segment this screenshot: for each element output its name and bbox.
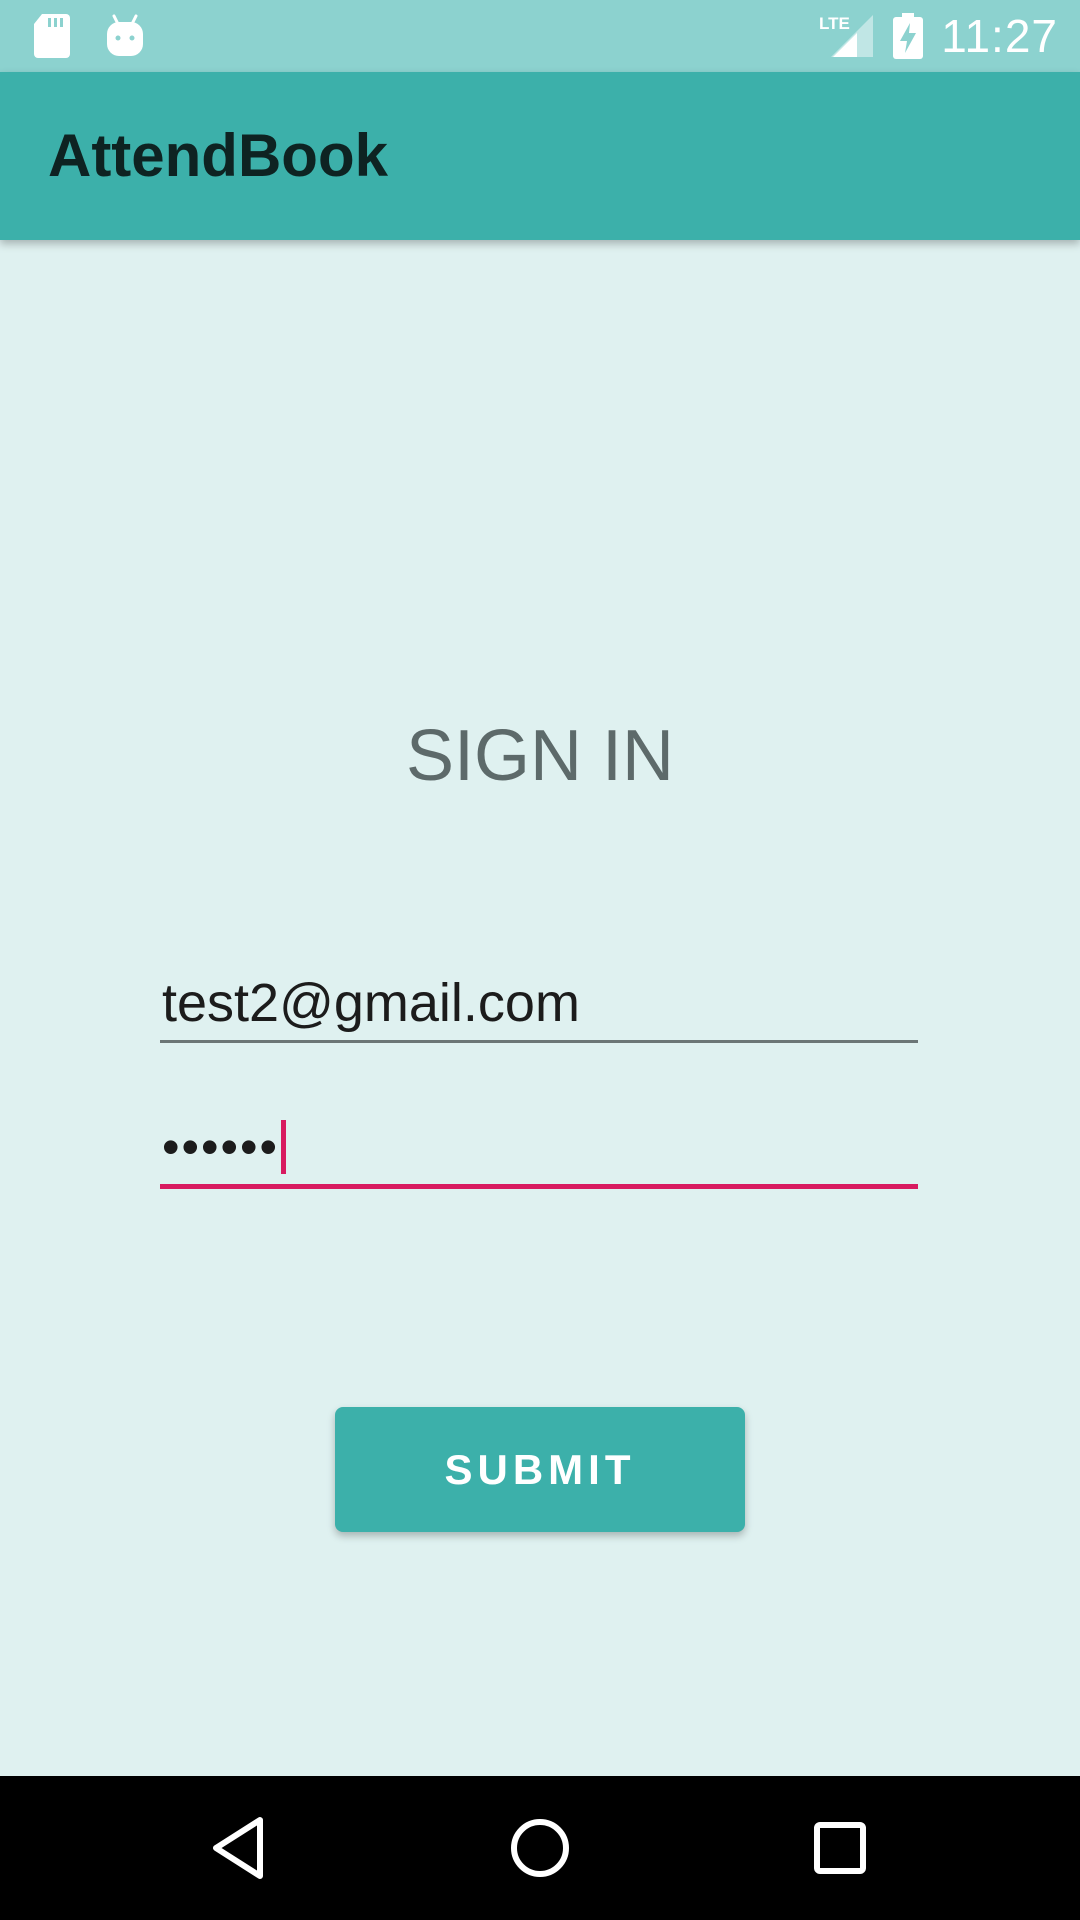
email-field[interactable]: test2@gmail.com	[160, 964, 918, 1043]
status-left-icons	[34, 14, 144, 58]
svg-text:LTE: LTE	[819, 14, 850, 33]
password-field[interactable]: ••••••	[160, 1110, 918, 1189]
submit-button[interactable]: SUBMIT	[335, 1407, 745, 1532]
status-bar: LTE 11:27	[0, 0, 1080, 72]
screen: LTE 11:27 AttendBook SIGN IN test2@gmail…	[0, 0, 1080, 1920]
password-value: ••••••	[162, 1119, 280, 1175]
app-title: AttendBook	[48, 122, 388, 189]
home-icon[interactable]	[500, 1808, 580, 1888]
sign-in-heading: SIGN IN	[405, 716, 675, 796]
android-icon	[106, 14, 144, 58]
recents-icon[interactable]	[800, 1808, 880, 1888]
back-icon[interactable]	[200, 1808, 280, 1888]
status-right-icons: LTE 11:27	[819, 10, 1058, 62]
password-value-wrapper: ••••••	[162, 1119, 287, 1175]
battery-charging-icon	[893, 13, 924, 59]
navigation-bar	[0, 1776, 1080, 1920]
app-bar: AttendBook	[0, 72, 1080, 240]
text-cursor	[281, 1120, 287, 1174]
sd-card-icon	[34, 14, 70, 58]
lte-signal-icon: LTE	[819, 13, 875, 59]
email-value: test2@gmail.com	[162, 973, 580, 1033]
status-time: 11:27	[941, 10, 1058, 62]
